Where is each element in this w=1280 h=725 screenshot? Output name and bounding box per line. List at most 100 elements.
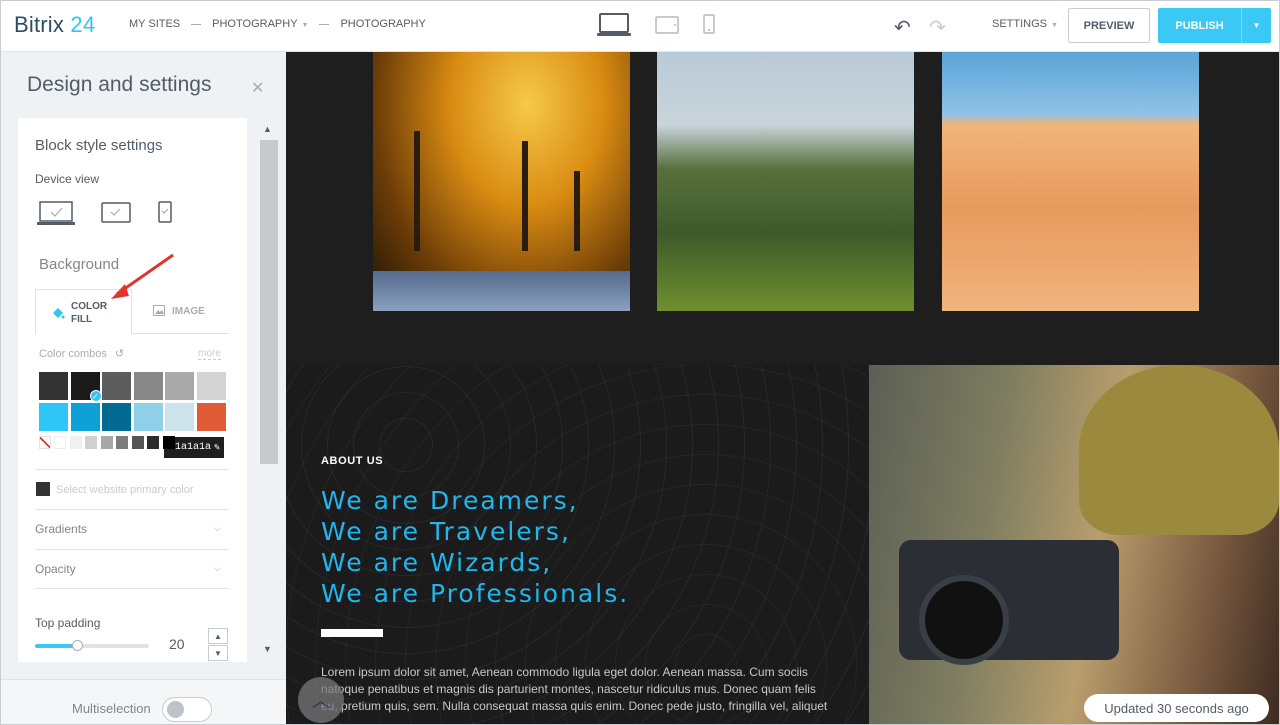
breadcrumb-site[interactable]: PHOTOGRAPHY ▼ xyxy=(212,18,308,30)
color-swatch[interactable] xyxy=(165,403,194,431)
photo-desert-walker[interactable] xyxy=(942,52,1199,311)
mobile-view-icon[interactable] xyxy=(158,201,172,223)
publish-button-group: PUBLISH ▼ xyxy=(1158,8,1271,43)
panel-title: Design and settings xyxy=(27,73,212,96)
desktop-icon[interactable] xyxy=(597,13,631,37)
color-swatch[interactable] xyxy=(133,403,163,431)
top-bar: Bitrix 24 MY SITES PHOTOGRAPHY ▼ PHOTOGRA… xyxy=(1,1,1279,52)
section-title: Block style settings xyxy=(35,137,163,154)
color-combos-label: Color combos ↺ xyxy=(39,347,124,360)
photo-coastal-hiker[interactable] xyxy=(657,52,914,311)
color-combos-text: Color combos xyxy=(39,348,107,360)
scroll-top-button[interactable]: ︿ xyxy=(298,677,344,723)
accent-bar xyxy=(321,629,383,637)
body-text-line: Lorem ipsum dolor sit amet, Aenean commo… xyxy=(321,665,808,679)
device-switcher xyxy=(597,13,715,37)
check-icon: ✓ xyxy=(89,390,102,402)
photo-photographer[interactable] xyxy=(869,365,1279,724)
mini-color-swatch[interactable] xyxy=(147,436,159,449)
chevron-down-icon: ▼ xyxy=(301,22,309,29)
mobile-icon[interactable] xyxy=(703,14,715,34)
color-swatch[interactable] xyxy=(102,403,131,431)
paint-bucket-icon xyxy=(53,308,65,319)
body-text-line: natoque penatibus et magnis dis parturie… xyxy=(321,682,816,696)
redo-icon[interactable]: ↷ xyxy=(929,15,946,40)
panel-scrollbar[interactable]: ▲ ▼ xyxy=(258,120,278,660)
gradients-row[interactable]: Gradients xyxy=(35,522,87,536)
scroll-up-icon[interactable]: ▲ xyxy=(263,124,272,134)
device-view-label: Device view xyxy=(35,172,100,186)
tab-image-label: IMAGE xyxy=(172,306,205,317)
block-style-card: Block style settings Device view Backgro… xyxy=(18,118,247,662)
mini-color-swatch[interactable] xyxy=(162,436,175,449)
beanie-shape xyxy=(1079,365,1279,535)
chevron-down-icon: ▼ xyxy=(1051,22,1058,29)
primary-color-checkbox[interactable] xyxy=(36,482,50,496)
breadcrumb-site-label: PHOTOGRAPHY xyxy=(212,18,298,30)
color-hex-value: #1a1a1a xyxy=(169,442,212,453)
multiselection-label: Multiselection xyxy=(72,701,151,716)
mini-color-swatch[interactable] xyxy=(116,436,128,449)
toggle-knob xyxy=(167,701,184,718)
color-swatch[interactable] xyxy=(39,372,68,400)
color-swatch[interactable] xyxy=(39,403,68,431)
divider xyxy=(35,549,229,550)
chevron-down-icon[interactable]: ⌵ xyxy=(214,563,221,574)
no-color-swatch[interactable] xyxy=(39,436,51,449)
color-swatch[interactable] xyxy=(133,372,163,400)
color-swatch[interactable]: ✓ xyxy=(70,372,102,402)
color-swatch[interactable] xyxy=(102,372,131,400)
divider xyxy=(35,509,229,510)
chevron-down-icon[interactable]: ⌵ xyxy=(214,523,221,534)
mini-color-swatch[interactable] xyxy=(69,436,82,449)
breadcrumb-page[interactable]: PHOTOGRAPHY xyxy=(340,18,425,30)
headline-block: We are Dreamers, We are Travelers, We ar… xyxy=(321,485,629,609)
publish-dropdown-chevron-icon[interactable]: ▼ xyxy=(1241,8,1271,43)
top-padding-slider[interactable] xyxy=(35,640,149,651)
tablet-icon[interactable] xyxy=(655,16,679,34)
undo-icon[interactable]: ↶ xyxy=(894,15,911,40)
increment-button[interactable]: ▲ xyxy=(208,628,228,644)
divider xyxy=(35,469,229,470)
color-swatch[interactable] xyxy=(70,403,100,431)
headline-line: We are Wizards, xyxy=(321,548,553,577)
mini-color-swatch[interactable] xyxy=(100,436,113,449)
reset-icon[interactable]: ↺ xyxy=(115,348,124,360)
mini-color-swatch[interactable] xyxy=(131,436,144,449)
multiselection-toggle[interactable] xyxy=(162,697,212,722)
pencil-icon: ✎ xyxy=(214,442,221,454)
water-reflection xyxy=(373,271,630,311)
publish-button[interactable]: PUBLISH xyxy=(1158,8,1241,43)
mini-color-swatch[interactable] xyxy=(54,436,66,449)
lens-shape xyxy=(919,575,1009,665)
preview-button[interactable]: PREVIEW xyxy=(1068,8,1150,43)
mini-color-swatch[interactable] xyxy=(85,436,97,449)
slider-handle[interactable] xyxy=(72,640,83,651)
decrement-button[interactable]: ▼ xyxy=(208,645,228,661)
divider xyxy=(35,588,229,589)
desktop-view-icon[interactable] xyxy=(36,200,76,226)
logo[interactable]: Bitrix 24 xyxy=(14,12,95,38)
chimney xyxy=(414,131,420,251)
more-link[interactable]: more xyxy=(198,348,221,360)
headline-line: We are Professionals. xyxy=(321,579,630,608)
top-padding-value[interactable]: 20 xyxy=(169,636,185,652)
tablet-view-icon[interactable] xyxy=(101,202,131,224)
headline-line: We are Travelers, xyxy=(321,517,571,546)
primary-color-label: Select website primary color xyxy=(56,484,194,496)
about-section[interactable]: ABOUT US We are Dreamers, We are Travele… xyxy=(286,365,869,724)
color-swatch[interactable] xyxy=(196,403,226,431)
breadcrumb-my-sites[interactable]: MY SITES xyxy=(129,18,180,30)
settings-dropdown[interactable]: SETTINGS ▼ xyxy=(992,18,1058,30)
design-settings-panel: Design and settings ✕ Block style settin… xyxy=(1,52,286,724)
opacity-row[interactable]: Opacity xyxy=(35,562,76,576)
breadcrumb: MY SITES PHOTOGRAPHY ▼ PHOTOGRAPHY xyxy=(129,18,426,30)
color-swatch[interactable] xyxy=(165,372,194,400)
slider-fill xyxy=(35,644,77,648)
color-swatch[interactable] xyxy=(196,372,226,400)
scroll-down-icon[interactable]: ▼ xyxy=(263,644,272,654)
chimney xyxy=(522,141,528,251)
scrollbar-thumb[interactable] xyxy=(260,140,278,464)
close-icon[interactable]: ✕ xyxy=(251,78,264,98)
photo-factory-night[interactable] xyxy=(373,52,630,311)
